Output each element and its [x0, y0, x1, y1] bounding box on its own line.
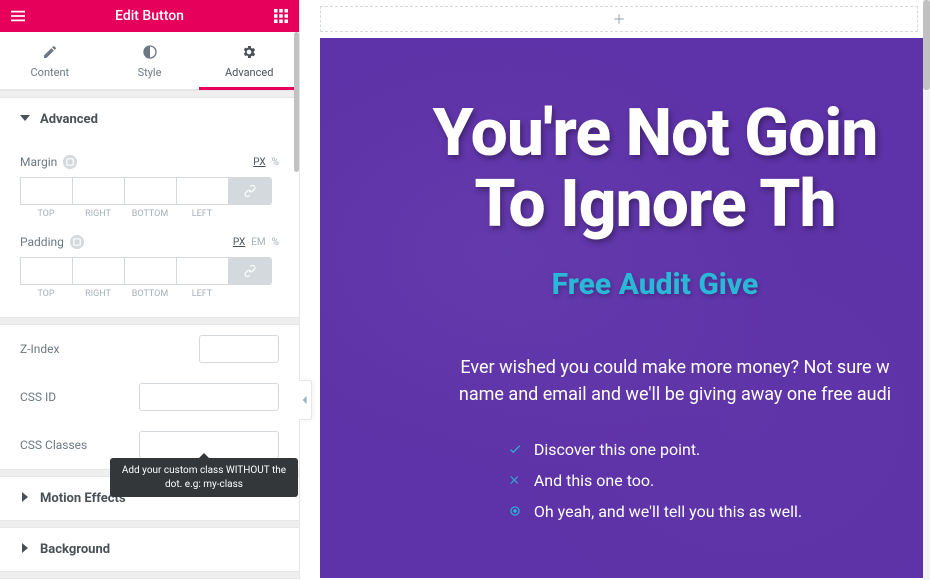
tab-label: Content: [31, 66, 70, 79]
zindex-input[interactable]: [199, 335, 279, 363]
tab-label: Advanced: [225, 66, 273, 79]
zindex-row: Z-Index: [0, 325, 299, 373]
plus-icon: [612, 12, 626, 26]
scrollbar-thumb[interactable]: [923, 0, 930, 90]
divider: [0, 317, 299, 325]
link-values-button[interactable]: [228, 177, 272, 205]
margin-left-input[interactable]: [176, 177, 228, 205]
caret-right-icon: [20, 542, 30, 557]
unit-em[interactable]: EM: [251, 237, 265, 248]
list-item: Discover this one point.: [508, 434, 802, 465]
hero-paragraph: Ever wished you could make more money? N…: [380, 354, 930, 408]
hero-section[interactable]: You're Not Goin To Ignore Th Free Audit …: [320, 38, 930, 578]
padding-right-input[interactable]: [72, 257, 124, 285]
caret-right-icon: [20, 491, 30, 506]
padding-top-input[interactable]: [20, 257, 72, 285]
list-item: Oh yeah, and we'll tell you this as well…: [508, 496, 802, 527]
margin-label: Margin: [20, 155, 57, 169]
margin-control: Margin PX %: [20, 155, 279, 169]
apps-icon[interactable]: [273, 8, 289, 24]
editor-panel: Edit Button Content Style Advanced Advan…: [0, 0, 300, 580]
panel-body: Advanced Margin PX %: [0, 98, 299, 580]
preview-scrollbar[interactable]: [923, 0, 930, 580]
unit-px[interactable]: PX: [233, 237, 245, 248]
section-title: Background: [40, 542, 110, 557]
panel-scrollbar[interactable]: [294, 32, 299, 580]
divider: [0, 571, 299, 579]
tab-label: Style: [138, 66, 162, 79]
section-advanced-toggle[interactable]: Advanced: [0, 98, 299, 141]
section-background-toggle[interactable]: Background: [0, 528, 299, 571]
css-id-input[interactable]: [139, 383, 279, 411]
responsive-icon[interactable]: [63, 155, 77, 169]
unit-px[interactable]: PX: [253, 157, 265, 168]
css-id-label: CSS ID: [20, 390, 56, 404]
divider: [0, 90, 299, 98]
css-classes-input[interactable]: [139, 431, 279, 459]
preview-area: You're Not Goin To Ignore Th Free Audit …: [300, 0, 930, 580]
chevron-left-icon: [301, 396, 309, 404]
link-icon: [243, 184, 257, 198]
panel-title: Edit Button: [26, 8, 273, 24]
check-icon: [508, 442, 522, 456]
margin-bottom-input[interactable]: [124, 177, 176, 205]
padding-control: Padding PX EM %: [20, 235, 279, 249]
padding-bottom-input[interactable]: [124, 257, 176, 285]
collapse-panel-handle[interactable]: [299, 380, 312, 420]
divider: [0, 520, 299, 528]
scrollbar-thumb[interactable]: [294, 32, 299, 172]
margin-inputs: [20, 177, 279, 205]
css-id-row: CSS ID: [0, 373, 299, 421]
margin-right-input[interactable]: [72, 177, 124, 205]
panel-header: Edit Button: [0, 0, 299, 32]
unit-percent[interactable]: %: [272, 237, 279, 248]
padding-inputs: [20, 257, 279, 285]
bullseye-icon: [508, 504, 522, 518]
add-section-button[interactable]: [320, 6, 918, 32]
gear-icon: [241, 44, 257, 60]
css-classes-label: CSS Classes: [20, 438, 87, 452]
padding-label: Padding: [20, 235, 64, 249]
tab-advanced[interactable]: Advanced: [199, 32, 299, 89]
margin-top-input[interactable]: [20, 177, 72, 205]
tab-content[interactable]: Content: [0, 32, 100, 89]
hero-list: Discover this one point. And this one to…: [508, 434, 802, 527]
pencil-icon: [42, 44, 58, 60]
hero-title: You're Not Goin To Ignore Th: [380, 98, 930, 241]
hero-subtitle: Free Audit Give: [380, 267, 930, 302]
tab-style[interactable]: Style: [100, 32, 200, 89]
css-classes-tooltip: Add your custom class WITHOUT the dot. e…: [110, 458, 298, 497]
section-advanced-body: Margin PX % TOP: [0, 141, 299, 317]
padding-dim-labels: TOP RIGHT BOTTOM LEFT: [20, 289, 279, 299]
unit-percent[interactable]: %: [272, 157, 279, 168]
section-title: Advanced: [40, 112, 98, 127]
menu-icon[interactable]: [10, 8, 26, 24]
list-item: And this one too.: [508, 465, 802, 496]
link-values-button[interactable]: [228, 257, 272, 285]
responsive-icon[interactable]: [70, 235, 84, 249]
times-icon: [508, 473, 522, 487]
link-icon: [243, 264, 257, 278]
contrast-icon: [142, 44, 158, 60]
panel-tabs: Content Style Advanced: [0, 32, 299, 90]
zindex-label: Z-Index: [20, 342, 59, 356]
padding-left-input[interactable]: [176, 257, 228, 285]
caret-down-icon: [20, 112, 30, 127]
margin-dim-labels: TOP RIGHT BOTTOM LEFT: [20, 209, 279, 219]
